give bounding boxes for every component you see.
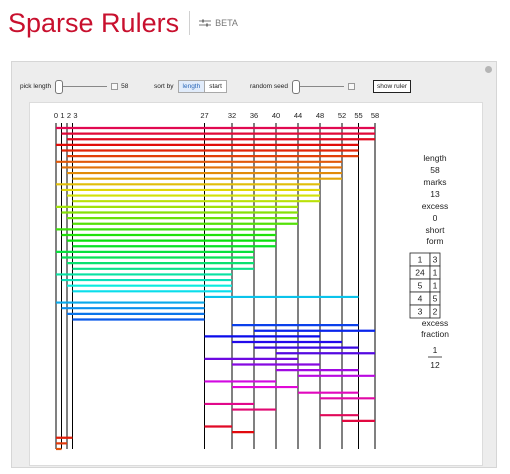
fraction-denominator: 12 <box>430 360 440 370</box>
beta-label: BETA <box>215 18 238 28</box>
random-seed-slider[interactable] <box>291 79 344 94</box>
page-title: Sparse Rulers <box>8 7 180 38</box>
show-ruler-button[interactable]: show ruler <box>373 79 411 93</box>
mark-label-12: 58 <box>371 111 379 120</box>
short-form-count: 3 <box>418 307 423 317</box>
title-divider <box>189 11 191 35</box>
mark-label-7: 40 <box>272 111 280 120</box>
mark-label-2: 2 <box>67 111 71 120</box>
mark-label-0: 0 <box>54 111 58 120</box>
random-seed-expand-icon[interactable] <box>347 82 355 90</box>
short-form-gap: 1 <box>433 281 438 291</box>
stat-short-form-label: short <box>426 225 446 235</box>
mark-label-11: 55 <box>354 111 362 120</box>
mark-label-6: 36 <box>250 111 258 120</box>
short-form-gap: 3 <box>433 255 438 265</box>
fraction-numerator: 1 <box>433 345 438 355</box>
beta-badge: BETA <box>198 18 238 28</box>
stat-marks-label: marks <box>423 177 446 187</box>
header: Sparse Rulers BETA <box>8 6 238 40</box>
stat-excess-value: 0 <box>433 213 438 223</box>
random-seed-slider-thumb[interactable] <box>291 79 300 94</box>
mark-label-1: 1 <box>60 111 64 120</box>
sliders-icon <box>199 19 212 26</box>
sort-start-option[interactable]: start <box>205 81 226 92</box>
pick-length-control: pick length 58 <box>20 79 129 94</box>
short-form-count: 24 <box>415 268 425 278</box>
show-ruler-control: show ruler <box>373 79 411 93</box>
mark-label-4: 27 <box>200 111 208 120</box>
pick-length-slider[interactable] <box>55 79 108 94</box>
stat-length-label: length <box>423 153 446 163</box>
stat-marks-value: 13 <box>430 189 440 199</box>
excess-fraction-label-2: fraction <box>421 329 449 339</box>
mark-label-8: 44 <box>294 111 302 120</box>
sort-length-option[interactable]: length <box>178 80 206 92</box>
sort-by-toggle: length start <box>177 79 227 93</box>
excess-fraction-label: excess <box>422 318 448 328</box>
ruler-diagram: 0 1 2 3 27 32 36 40 44 48 52 55 58length58marks13exc… <box>54 111 449 451</box>
ruler-canvas: 0 1 2 3 27 32 36 40 44 48 52 55 58 length 58 marks 13 exc… <box>29 102 483 466</box>
gear-icon[interactable] <box>485 66 492 73</box>
stat-short-form-label2: form <box>427 236 444 246</box>
pick-length-value: 58 <box>121 82 129 90</box>
random-seed-control: random seed <box>250 79 358 94</box>
pick-length-label: pick length <box>20 82 52 90</box>
sort-by-label: sort by <box>154 82 174 90</box>
pick-length-slider-thumb[interactable] <box>55 79 64 94</box>
random-seed-label: random seed <box>250 82 288 90</box>
mark-label-3: 3 <box>73 111 77 120</box>
pick-length-expand-icon[interactable] <box>111 82 119 90</box>
short-form-count: 1 <box>418 255 423 265</box>
stat-excess-label: excess <box>422 201 448 211</box>
mark-label-9: 48 <box>316 111 324 120</box>
sort-by-control: sort by length start <box>154 79 227 93</box>
mark-label-10: 52 <box>338 111 346 120</box>
short-form-gap: 2 <box>433 307 438 317</box>
short-form-gap: 5 <box>433 294 438 304</box>
demo-panel: pick length 58 sort by length start rand… <box>11 61 497 468</box>
stat-length-value: 58 <box>430 165 440 175</box>
short-form-count: 5 <box>418 281 423 291</box>
short-form-gap: 1 <box>433 268 438 278</box>
mark-label-5: 32 <box>228 111 236 120</box>
short-form-count: 4 <box>418 294 423 304</box>
